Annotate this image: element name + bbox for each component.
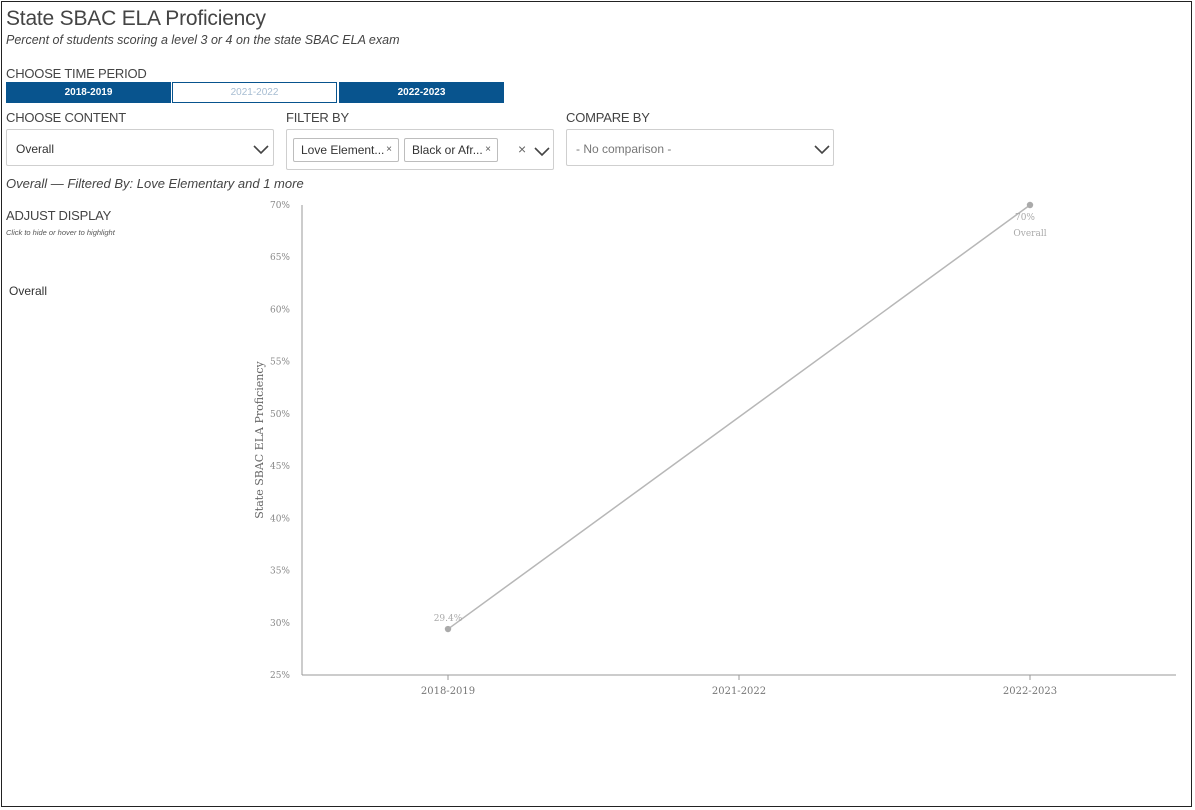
- y-tick-label: 30%: [270, 619, 290, 629]
- y-tick-label: 65%: [270, 253, 290, 263]
- data-point: [444, 625, 452, 633]
- data-label-series-name: Overall: [1013, 229, 1046, 239]
- data-label: 29.4%: [434, 614, 463, 624]
- data-point: [1026, 201, 1034, 209]
- y-tick-label: 70%: [270, 201, 290, 211]
- data-label: 70%: [1015, 213, 1035, 223]
- y-tick-label: 25%: [270, 671, 290, 681]
- series-line-overall: [447, 204, 1031, 630]
- x-tick-label: 2022-2023: [1003, 686, 1057, 697]
- y-tick-label: 45%: [270, 462, 290, 472]
- x-tick-label: 2021-2022: [712, 686, 766, 697]
- y-tick-label: 50%: [270, 410, 290, 420]
- x-tick-label: 2018-2019: [421, 686, 475, 697]
- y-tick-label: 60%: [270, 305, 290, 315]
- y-tick-label: 35%: [270, 567, 290, 577]
- line-chart: 70% 65% 60% 55% 50% 45% 40% 35% 30% 25% 2018-2019 2…: [253, 201, 1176, 697]
- y-axis-title: State SBAC ELA Proficiency: [253, 360, 266, 518]
- y-tick-label: 55%: [270, 358, 290, 368]
- y-tick-label: 40%: [270, 514, 290, 524]
